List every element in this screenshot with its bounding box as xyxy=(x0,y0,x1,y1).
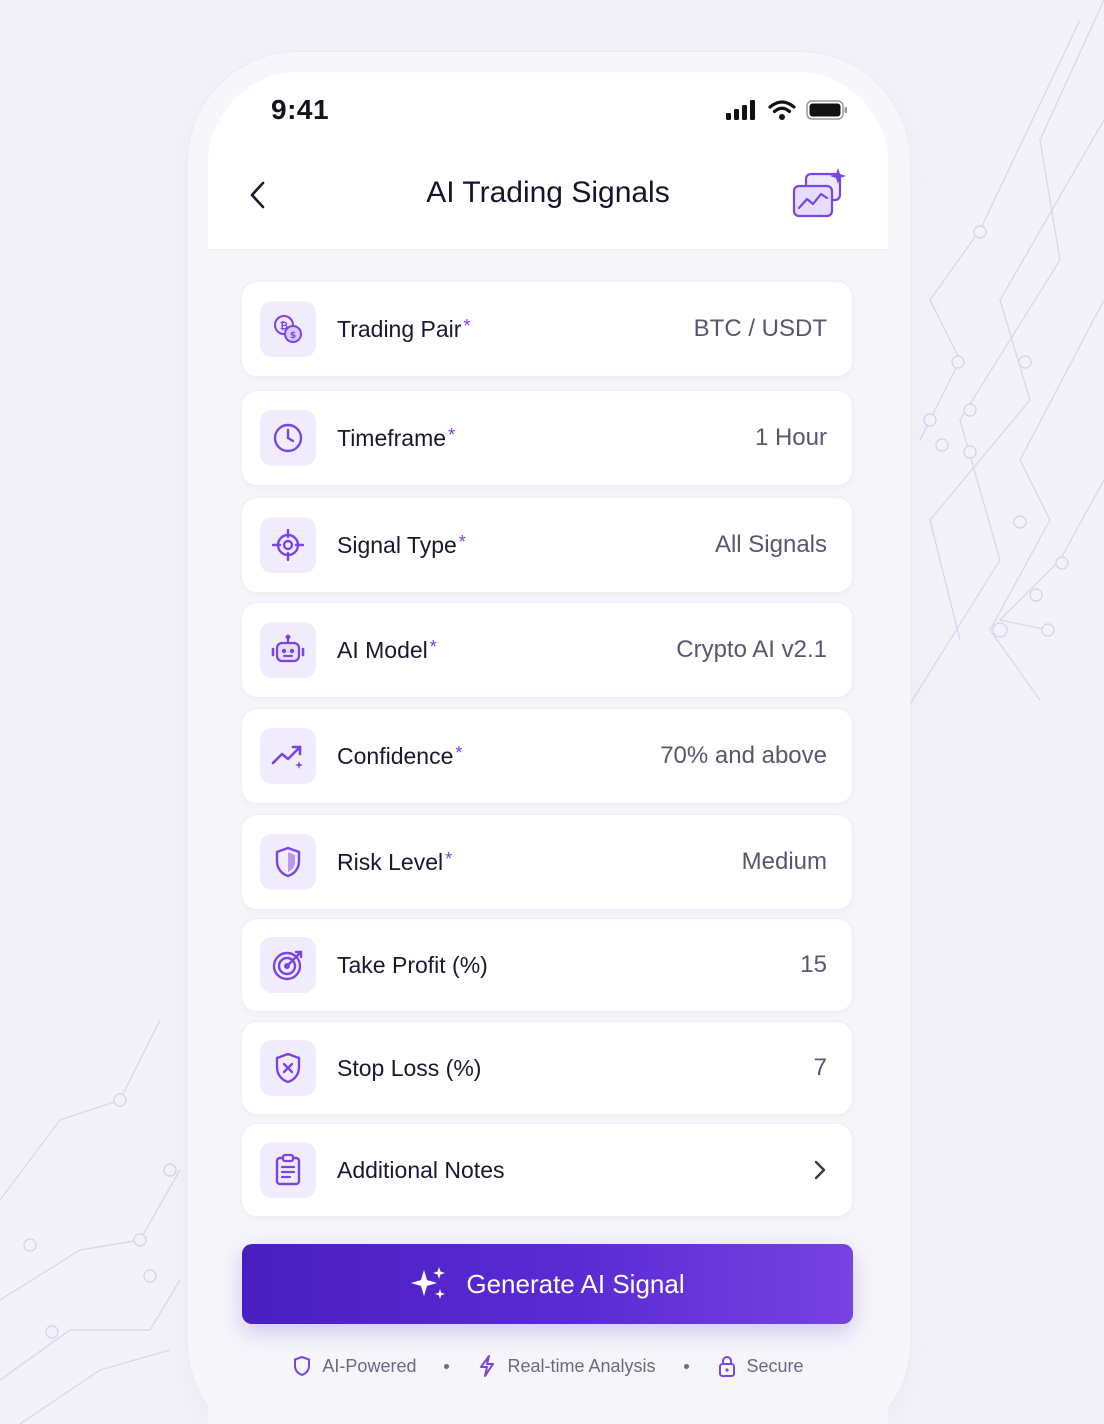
page-title: AI Trading Signals xyxy=(426,176,670,209)
shield-icon xyxy=(294,1356,311,1376)
field-label: Additional Notes xyxy=(337,1156,505,1183)
trend-up-icon xyxy=(260,728,316,784)
field-label: Trading Pair * xyxy=(337,315,471,342)
field-ai-model[interactable]: AI Model * Crypto AI v2.1 xyxy=(241,602,853,698)
sparkles-icon xyxy=(411,1267,446,1299)
separator-dot xyxy=(444,1363,450,1369)
field-value: BTC / USDT xyxy=(693,315,827,342)
feature-secure: Secure xyxy=(717,1354,804,1378)
field-value: 7 xyxy=(813,1054,827,1081)
field-value: 1 Hour xyxy=(754,424,827,451)
svg-text:₿: ₿ xyxy=(280,320,288,332)
field-label: Signal Type * xyxy=(337,531,466,558)
feature-ai-powered: AI-Powered xyxy=(292,1355,416,1377)
clock-icon xyxy=(260,410,316,466)
generate-button-label: Generate AI Signal xyxy=(466,1268,685,1299)
field-risk-level[interactable]: Risk Level * Medium xyxy=(241,814,853,910)
clipboard-icon xyxy=(260,1142,316,1198)
field-value: Crypto AI v2.1 xyxy=(676,636,827,663)
field-signal-type[interactable]: Signal Type * All Signals xyxy=(241,497,853,593)
robot-icon xyxy=(260,622,316,678)
field-stop-loss[interactable]: Stop Loss (%) 7 xyxy=(241,1021,853,1115)
field-value: Medium xyxy=(741,848,827,875)
top-bar: 9:41 AI Trading Signals xyxy=(208,72,888,250)
status-icons xyxy=(726,98,848,122)
field-trading-pair[interactable]: ₿ $ Trading Pair * BTC / USDT xyxy=(241,281,853,377)
field-label: Confidence * xyxy=(337,742,463,769)
field-label: AI Model * xyxy=(337,636,437,663)
status-time: 9:41 xyxy=(271,94,330,125)
target-icon xyxy=(260,937,316,993)
wifi-icon xyxy=(768,100,796,120)
field-take-profit[interactable]: Take Profit (%) 15 xyxy=(241,918,853,1012)
field-label: Risk Level * xyxy=(337,848,453,875)
field-value: All Signals xyxy=(714,531,827,558)
ai-chart-sparkle-icon[interactable] xyxy=(790,166,848,222)
svg-text:$: $ xyxy=(290,331,296,341)
feature-realtime-analysis: Real-time Analysis xyxy=(477,1354,656,1378)
lightning-icon xyxy=(480,1355,495,1377)
generate-ai-signal-button[interactable]: Generate AI Signal xyxy=(242,1244,853,1324)
field-label: Take Profit (%) xyxy=(337,951,488,978)
shield-x-icon xyxy=(260,1040,316,1096)
chevron-right-icon xyxy=(814,1160,826,1180)
phone-screen: 9:41 AI Trading Signals ₿ $ Trading Pair… xyxy=(208,72,888,1424)
shield-icon xyxy=(260,834,316,890)
field-value: 70% and above xyxy=(660,742,827,769)
lock-icon xyxy=(718,1355,735,1377)
field-label: Stop Loss (%) xyxy=(337,1054,482,1081)
field-value: 15 xyxy=(800,951,827,978)
crosshair-icon xyxy=(260,517,316,573)
coins-icon: ₿ $ xyxy=(260,301,316,357)
field-timeframe[interactable]: Timeframe * 1 Hour xyxy=(241,390,853,486)
field-label: Timeframe * xyxy=(337,424,456,451)
field-additional-notes[interactable]: Additional Notes xyxy=(241,1123,853,1217)
field-confidence[interactable]: Confidence * 70% and above xyxy=(241,708,853,804)
feature-badges: AI-Powered Real-time Analysis Secure xyxy=(208,1350,888,1382)
separator-dot xyxy=(683,1363,689,1369)
cellular-signal-icon xyxy=(726,100,755,120)
battery-icon xyxy=(806,100,847,120)
